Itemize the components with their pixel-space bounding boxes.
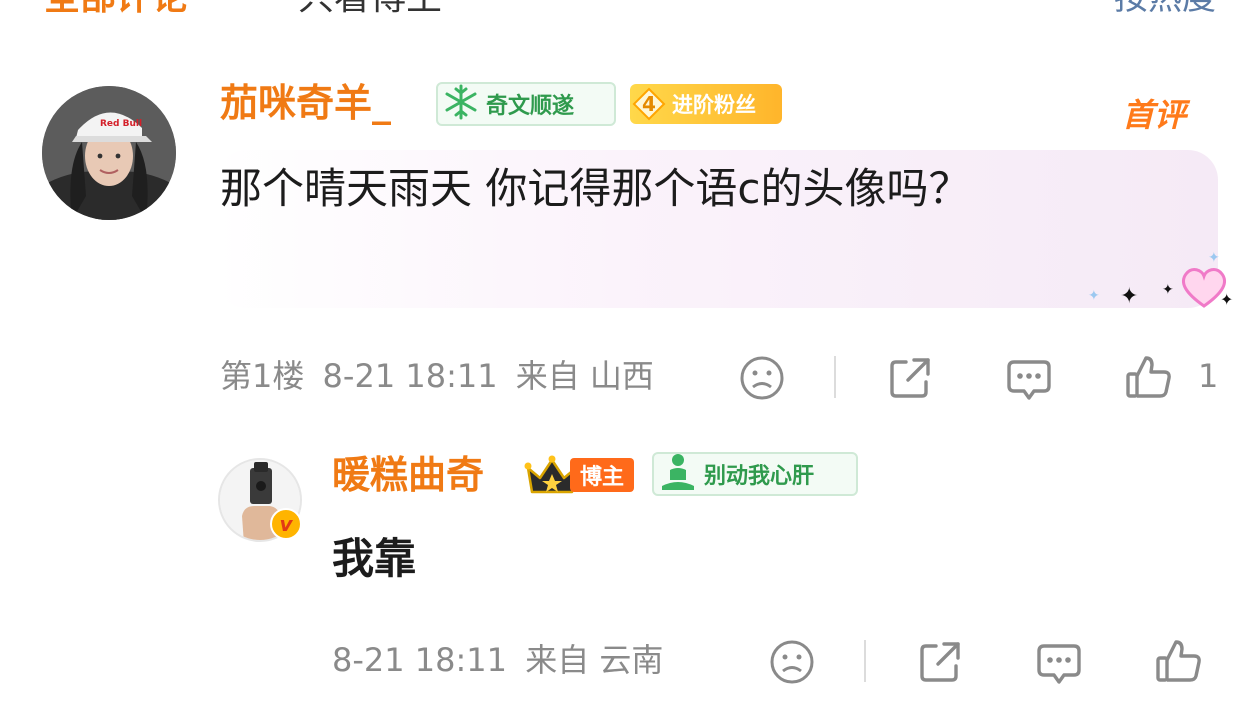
reply-time: 8-21 18:11 [332,641,508,679]
floor-number: 第1楼 [220,357,305,395]
comment-icon[interactable] [1034,638,1084,692]
fan-level-label: 进阶粉丝 [672,93,756,117]
top-tabs: 全部评论 只看博主 按热度 [0,0,1260,18]
comment-username[interactable]: 茄咪奇羊_ [220,78,391,128]
divider [864,640,866,682]
tab-all-comments[interactable]: 全部评论 [44,0,188,18]
badge-heart-label: 别动我心肝 [704,464,815,489]
first-comment-label: 首评 [1122,96,1187,134]
sad-face-icon[interactable] [768,638,816,690]
badge-heart[interactable]: 别动我心肝 [652,452,858,496]
avatar[interactable]: Red Bull [42,86,176,220]
comment-meta: 第1楼 8-21 18:11 来自 山西 [220,356,654,396]
sparkle-icon: ✦ [1220,290,1234,309]
badge-wenshun[interactable]: 奇文顺遂 [436,82,616,126]
person-sitting-icon [658,452,698,496]
first-comment-badge: ★ 首评 [1122,78,1206,136]
sparkle-decoration: ✦ ✦ ✦ ✦ ✦ [1080,250,1250,320]
comment-text[interactable]: 那个晴天雨天 你记得那个语c的头像吗？ [220,160,1120,218]
comment-time: 8-21 18:11 [322,357,498,395]
host-label: 博主 [570,458,634,492]
badge-wenshun-label: 奇文顺遂 [486,94,575,119]
sparkle-icon: ✦ [1162,282,1174,298]
fan-level-number: 4 [642,92,656,116]
share-icon[interactable] [916,638,964,690]
snowflake-icon [442,83,480,125]
like-icon[interactable] [1154,636,1204,690]
comment-icon[interactable] [1004,354,1054,408]
tab-only-host[interactable]: 只看博主 [298,0,442,18]
comment-location: 来自 山西 [515,357,654,395]
like-count: 1 [1198,357,1219,395]
like-icon[interactable] [1124,352,1174,406]
sad-face-icon[interactable] [738,354,786,406]
reply-location: 来自 云南 [525,641,664,679]
sparkle-icon: ✦ [1088,288,1100,304]
divider [834,356,836,398]
diamond-level-icon: 4 [632,87,666,121]
reply-meta: 8-21 18:11 来自 云南 [332,640,663,680]
svg-text:Red Bull: Red Bull [100,119,142,129]
sort-by-hot[interactable]: 按热度 [1114,0,1216,18]
host-badge: 博主 [524,454,636,496]
verified-badge-icon: v [270,508,302,540]
reply-text[interactable]: 我靠 [332,530,416,588]
share-icon[interactable] [886,354,934,406]
badge-fan-level[interactable]: 4 进阶粉丝 [630,84,782,124]
reply-username[interactable]: 暖糕曲奇 [332,450,484,500]
sparkle-icon: ✦ [1120,284,1139,309]
